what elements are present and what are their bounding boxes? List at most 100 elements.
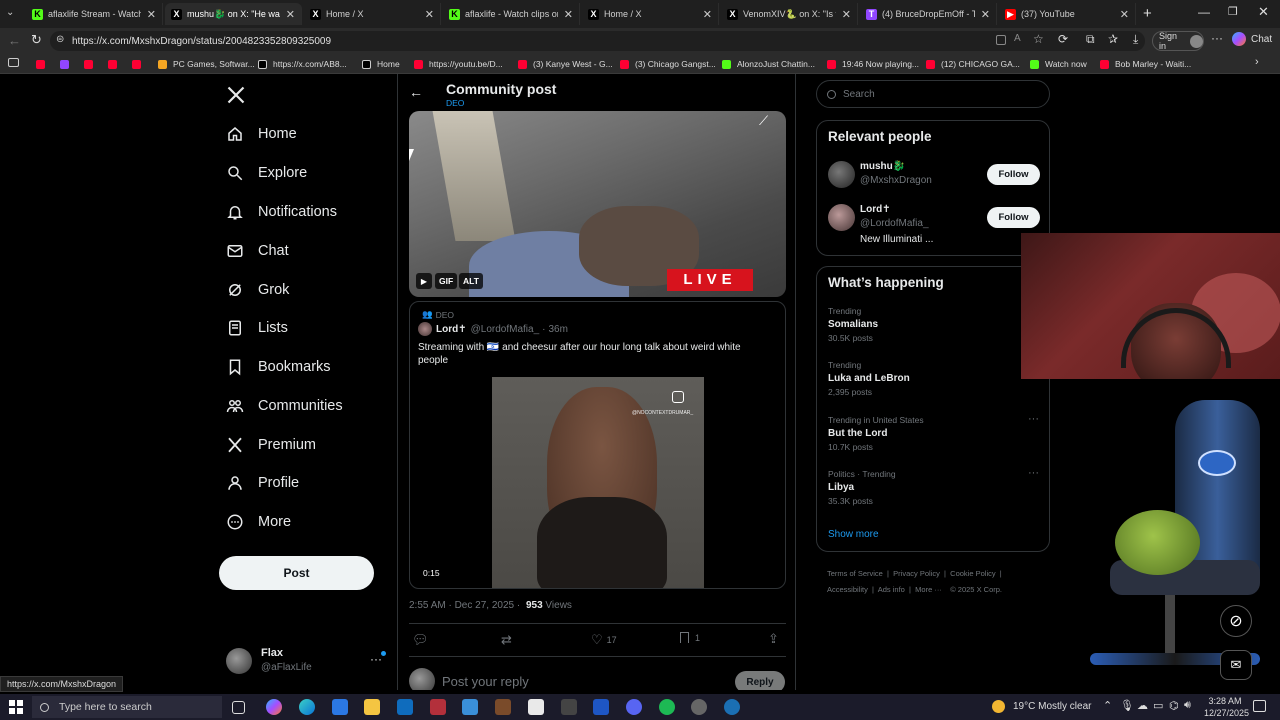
close-window-button[interactable]: ✕	[1258, 4, 1269, 20]
reload-icon[interactable]: ↻	[31, 32, 42, 48]
app-icon[interactable]	[593, 699, 609, 715]
battery-icon[interactable]: ▭	[1153, 699, 1163, 712]
app-icon[interactable]	[495, 699, 511, 715]
bookmark-item[interactable]: PC Games, Softwar...	[158, 57, 255, 71]
like-action[interactable]: ♡ 17	[591, 632, 617, 648]
follow-button[interactable]: Follow	[987, 164, 1040, 185]
trend-item[interactable]: Trending in United States But the Lord 10.…	[828, 413, 1039, 452]
volume-icon[interactable]: 🔊︎	[1184, 699, 1191, 712]
downloads-icon[interactable]: ⤓	[1133, 32, 1138, 47]
browser-tab[interactable]: ▶ (37) YouTube ✕	[999, 3, 1136, 25]
tab-close-icon[interactable]: ✕	[280, 8, 295, 21]
person-handle[interactable]: @MxshxDragon	[860, 175, 932, 186]
tray-icon[interactable]: ☁	[1137, 699, 1148, 712]
person-handle[interactable]: @LordofMafia_	[860, 218, 929, 229]
steam-icon[interactable]	[724, 699, 740, 715]
clock[interactable]: 3:28 AM 12/27/2025	[1204, 695, 1249, 719]
taskbar-search[interactable]: Type here to search	[32, 696, 222, 718]
community-subtitle[interactable]: DEO	[446, 98, 464, 108]
quote-author[interactable]: Lord✝	[436, 324, 467, 335]
nav-item-explore[interactable]: Explore	[226, 160, 307, 186]
back-arrow-icon[interactable]: ←	[409, 84, 423, 100]
store-icon[interactable]	[332, 699, 348, 715]
quote-time[interactable]: 36m	[548, 324, 567, 335]
footer-link[interactable]: Privacy Policy	[893, 569, 940, 578]
quote-video[interactable]: @NOCONTEXTDRUMAR_	[492, 377, 704, 588]
search-box[interactable]: Search	[816, 80, 1050, 108]
bookmark-item[interactable]	[60, 57, 75, 71]
bookmark-item[interactable]	[84, 57, 99, 71]
app-icon[interactable]	[430, 699, 446, 715]
reply-button[interactable]: Reply	[735, 671, 785, 690]
nav-item-lists[interactable]: Lists	[226, 315, 288, 341]
nav-item-profile[interactable]: Profile	[226, 470, 299, 496]
browser-tab[interactable]: Xmushu🐉 on X: "He wanted✕	[165, 3, 302, 25]
spotify-icon[interactable]	[659, 699, 675, 715]
trend-item[interactable]: Trending Somalians 30.5K posts	[828, 306, 1038, 343]
favorites-icon[interactable]: ✰	[1108, 32, 1118, 46]
back-icon[interactable]: ←	[8, 33, 21, 48]
app-icon[interactable]	[561, 699, 577, 715]
windows-start-icon[interactable]	[9, 700, 23, 714]
bookmarks-overflow-icon[interactable]: ›	[1255, 56, 1259, 68]
bookmark-item[interactable]: Watch now	[1030, 57, 1087, 71]
footer-link[interactable]: Ads info	[878, 585, 905, 594]
person-avatar[interactable]	[828, 204, 855, 231]
follow-button[interactable]: Follow	[987, 207, 1040, 228]
bookmark-item[interactable]: (12) CHICAGO GA...	[926, 57, 1020, 71]
new-tab-button[interactable]: +	[1143, 5, 1152, 22]
quote-avatar[interactable]	[418, 322, 432, 336]
browser-tab[interactable]: T (4) BruceDropEmOff - Twitch✕	[860, 3, 997, 25]
minimize-button[interactable]: —	[1198, 5, 1210, 19]
outlook-icon[interactable]	[397, 699, 413, 715]
weather-widget[interactable]: 19°C Mostly clear	[992, 700, 1091, 713]
quote-handle[interactable]: @LordofMafia_	[471, 324, 540, 335]
nav-item-grok[interactable]: Grok	[226, 277, 289, 303]
bookmark-item[interactable]: https://youtu.be/D...	[414, 57, 503, 71]
discord-icon[interactable]	[626, 699, 642, 715]
footer-link[interactable]: More ···	[915, 585, 942, 594]
tab-close-icon[interactable]: ✕	[975, 8, 990, 21]
show-more-link[interactable]: Show more	[828, 529, 879, 540]
site-info-icon[interactable]: ⊜	[56, 34, 64, 45]
browser-tab[interactable]: X Home / X ✕	[582, 3, 719, 25]
favorite-star-icon[interactable]: ☆	[1033, 32, 1044, 46]
trend-item[interactable]: Politics · Trending Libya 35.3K posts ···	[828, 467, 1039, 506]
nav-item-notifications[interactable]: Notifications	[226, 199, 337, 225]
microphone-icon[interactable]: 🎙︎	[1120, 699, 1134, 712]
app-icon[interactable]	[691, 699, 707, 715]
reading-list-icon[interactable]	[8, 58, 19, 67]
person-name[interactable]: Lord✝	[860, 204, 891, 215]
reply-action[interactable]: 💬︎	[412, 632, 429, 648]
tab-close-icon[interactable]: ✕	[1114, 8, 1129, 21]
task-view-icon[interactable]	[232, 701, 245, 714]
tab-menu-button[interactable]: ⌄	[6, 7, 20, 21]
bookmark-item[interactable]: (3) Kanye West - G...	[518, 57, 613, 71]
post-button[interactable]: Post	[219, 556, 374, 590]
nav-item-home[interactable]: Home	[226, 121, 297, 147]
bookmark-item[interactable]: https://x.com/AB8...	[258, 57, 347, 71]
trend-more-icon[interactable]: ···	[1028, 467, 1039, 479]
grok-floating-icon[interactable]: ⊘	[1220, 605, 1252, 637]
bookmark-item[interactable]: Bob Marley - Waiti...	[1100, 57, 1191, 71]
bookmark-item[interactable]: (3) Chicago Gangst...	[620, 57, 716, 71]
footer-link[interactable]: Cookie Policy	[950, 569, 995, 578]
tab-close-icon[interactable]: ✕	[558, 8, 573, 21]
nav-item-premium[interactable]: Premium	[226, 432, 316, 458]
tab-close-icon[interactable]: ✕	[836, 8, 851, 21]
tab-close-icon[interactable]: ✕	[419, 8, 434, 21]
bookmark-item[interactable]	[132, 57, 147, 71]
quoted-post[interactable]: 👥 DEO Lord✝ @LordofMafia_ · 36m Streamin…	[409, 301, 786, 589]
read-aloud-icon[interactable]	[996, 35, 1006, 45]
repost-action[interactable]: ⇄	[501, 632, 512, 648]
bookmark-item[interactable]	[108, 57, 123, 71]
trend-item[interactable]: Trending Luka and LeBron 2,395 posts	[828, 360, 1038, 397]
tab-close-icon[interactable]: ✕	[141, 8, 156, 21]
x-logo[interactable]	[226, 85, 246, 110]
person-name[interactable]: mushu🐉	[860, 161, 905, 172]
refresh-extension-icon[interactable]: ⟳	[1058, 32, 1068, 46]
bookmark-action[interactable]: 1	[680, 632, 700, 643]
tray-chevron-icon[interactable]: ⌃	[1103, 699, 1112, 712]
bookmark-item[interactable]: Home	[362, 57, 400, 71]
more-options-icon[interactable]: ···	[1211, 31, 1223, 45]
